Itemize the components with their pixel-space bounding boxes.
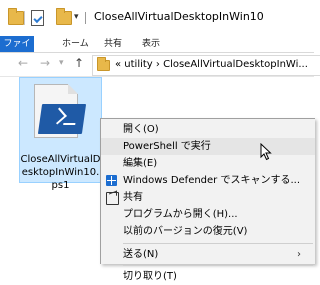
menu-item-share[interactable]: 共有 bbox=[101, 189, 315, 206]
powershell-script-icon bbox=[34, 84, 87, 139]
menu-item-label: 切り取り(T) bbox=[123, 271, 177, 282]
windows-defender-icon bbox=[106, 175, 117, 186]
address-folder-icon bbox=[97, 57, 110, 71]
up-arrow-icon[interactable]: ↑ bbox=[74, 56, 84, 70]
menu-item-label: 編集(E) bbox=[123, 158, 158, 169]
menu-item-edit[interactable]: 編集(E) bbox=[101, 155, 315, 172]
menu-item-label: 以前のバージョンの復元(V) bbox=[123, 226, 248, 237]
recent-locations-chevron-icon[interactable]: ▾ bbox=[59, 58, 64, 68]
prompt-cursor-line bbox=[63, 123, 76, 125]
title-separator bbox=[85, 12, 86, 24]
forward-arrow-icon[interactable]: → bbox=[40, 56, 50, 70]
file-name-line: esktopInWin10. bbox=[21, 167, 100, 178]
tab-view[interactable]: 表示 bbox=[138, 36, 164, 52]
powershell-tile bbox=[37, 104, 87, 134]
menu-item-send-to[interactable]: 送る(N) › bbox=[101, 246, 315, 263]
navigation-bar: ← → ▾ ↑ « utility › CloseAllVirtualDeskt… bbox=[0, 53, 320, 77]
chevron-right-icon: › bbox=[297, 249, 301, 260]
menu-item-label: Windows Defender でスキャンする... bbox=[123, 175, 301, 186]
menu-item-restore-previous-versions[interactable]: 以前のバージョンの復元(V) bbox=[101, 223, 315, 240]
address-bar[interactable]: « utility › CloseAllVirtualDesktopInWi..… bbox=[92, 55, 320, 76]
folder-icon bbox=[8, 8, 24, 25]
back-arrow-icon[interactable]: ← bbox=[18, 56, 28, 70]
share-icon bbox=[106, 192, 119, 205]
title-bar: ▾ CloseAllVirtualDesktopInWin10 bbox=[0, 0, 314, 36]
chevron-down-icon[interactable]: ▾ bbox=[74, 12, 79, 22]
file-name-line: CloseAllVirtualD bbox=[20, 154, 101, 165]
menu-item-run-with-powershell[interactable]: PowerShell で実行 bbox=[101, 138, 315, 155]
quick-access-separator bbox=[24, 11, 25, 25]
menu-item-label: 開く(O) bbox=[123, 124, 159, 135]
menu-item-cut[interactable]: 切り取り(T) bbox=[101, 268, 315, 285]
new-folder-icon[interactable] bbox=[56, 8, 72, 25]
menu-item-open-with[interactable]: プログラムから開く(H)... bbox=[101, 206, 315, 223]
menu-item-label: プログラムから開く(H)... bbox=[123, 209, 238, 220]
file-item[interactable]: CloseAllVirtualD esktopInWin10. ps1 bbox=[19, 77, 102, 191]
file-name-line: ps1 bbox=[51, 180, 70, 191]
window-title: CloseAllVirtualDesktopInWin10 bbox=[94, 10, 264, 23]
menu-item-label: PowerShell で実行 bbox=[123, 141, 211, 152]
ribbon-tabs: ファイル ホーム 共有 表示 bbox=[0, 36, 314, 65]
menu-separator bbox=[123, 243, 313, 244]
tab-share[interactable]: 共有 bbox=[100, 36, 126, 52]
address-path: « utility › CloseAllVirtualDesktopInWi..… bbox=[115, 59, 308, 70]
mouse-cursor-icon bbox=[260, 143, 272, 161]
context-menu: 開く(O) PowerShell で実行 編集(E) Windows Defen… bbox=[100, 118, 315, 282]
menu-separator bbox=[123, 265, 313, 266]
prompt-chevron-icon bbox=[49, 107, 67, 125]
tab-file[interactable]: ファイル bbox=[0, 36, 34, 65]
menu-item-open[interactable]: 開く(O) bbox=[101, 121, 315, 138]
menu-item-defender-scan[interactable]: Windows Defender でスキャンする... bbox=[101, 172, 315, 189]
properties-icon[interactable] bbox=[31, 10, 44, 26]
menu-item-label: 送る(N) bbox=[123, 249, 159, 260]
tab-home[interactable]: ホーム bbox=[58, 36, 93, 52]
file-name: CloseAllVirtualD esktopInWin10. ps1 bbox=[20, 153, 101, 192]
menu-item-label: 共有 bbox=[123, 192, 143, 203]
